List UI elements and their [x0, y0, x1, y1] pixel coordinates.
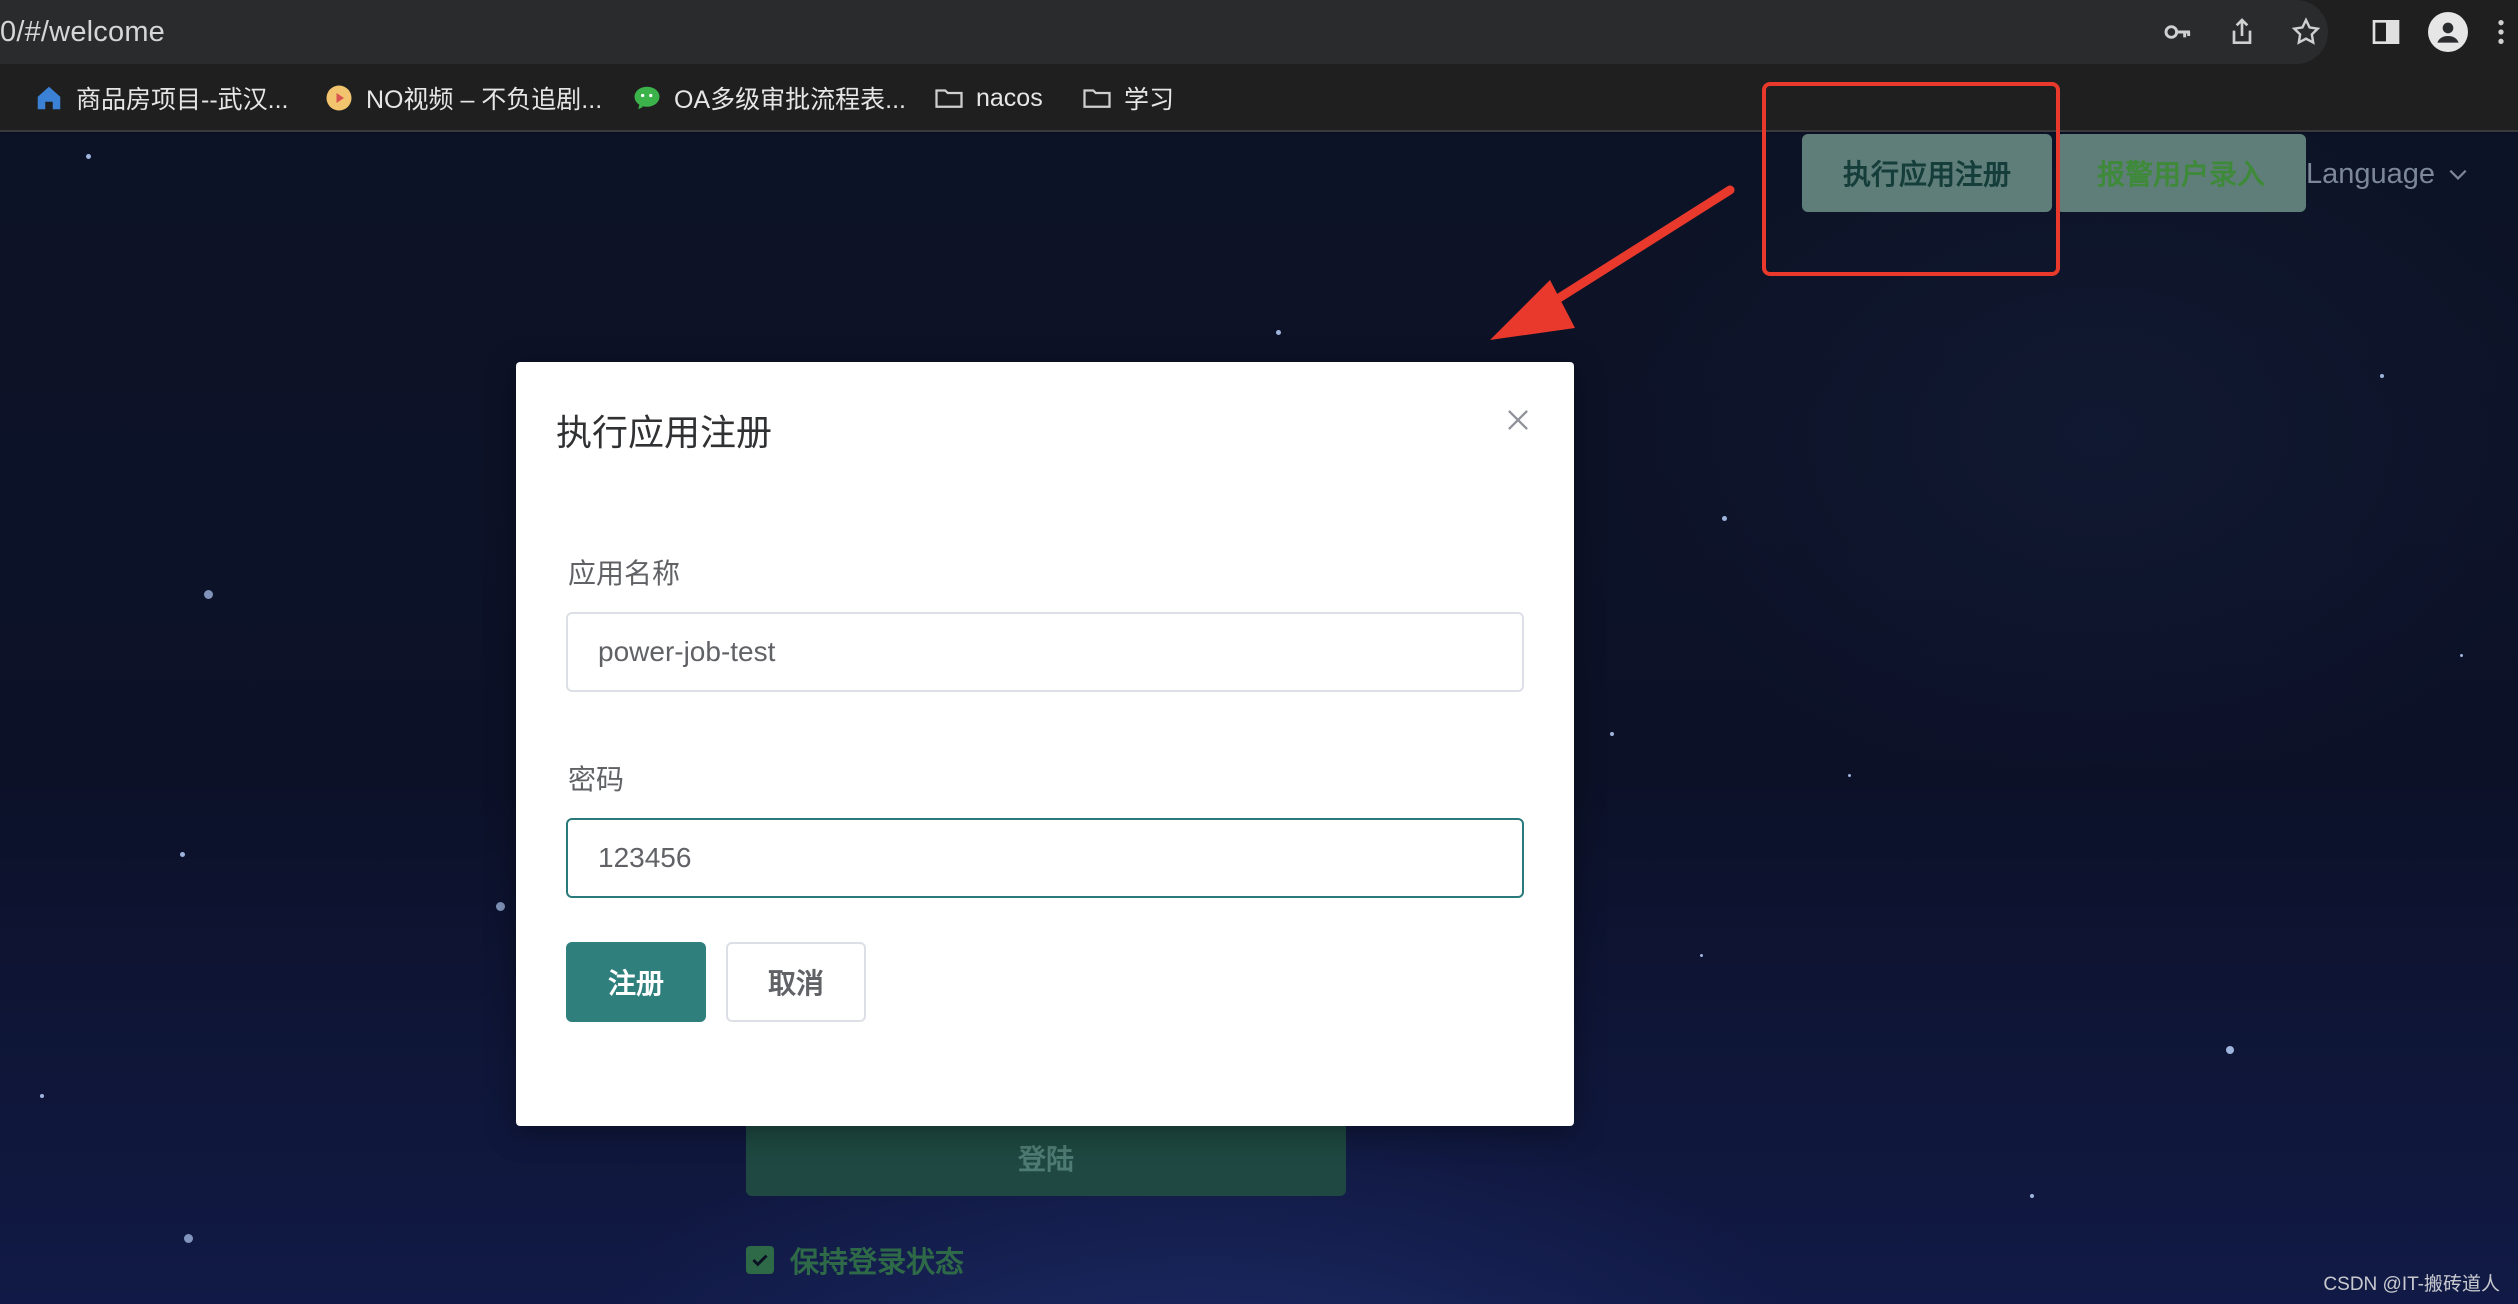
- key-icon[interactable]: [2158, 12, 2198, 52]
- annotation-arrow-icon: [1490, 185, 1735, 340]
- folder-icon: [935, 89, 963, 108]
- chevron-down-icon: [2449, 169, 2467, 180]
- address-bar[interactable]: 0/#/welcome: [0, 0, 2328, 64]
- bookmark-label: NO视频 – 不负追剧...: [366, 86, 603, 114]
- remember-login-checkbox[interactable]: 保持登录状态: [746, 1240, 964, 1280]
- bookmarks-bar: 商品房项目--武汉... NO视频 – 不负追剧... OA多级审批流程表...…: [0, 64, 2518, 132]
- close-icon[interactable]: [1502, 404, 1534, 436]
- password-input[interactable]: [566, 818, 1524, 898]
- cancel-button[interactable]: 取消: [726, 942, 866, 1022]
- bookmark-item[interactable]: 商品房项目--武汉...: [34, 78, 289, 118]
- profile-icon[interactable]: [2428, 12, 2468, 52]
- submit-register-button[interactable]: 注册: [566, 942, 706, 1022]
- folder-icon: [1083, 89, 1111, 108]
- bookmark-item[interactable]: NO视频 – 不负追剧...: [324, 78, 602, 118]
- remember-label: 保持登录状态: [790, 1247, 965, 1279]
- app-name-label: 应用名称: [568, 558, 681, 589]
- more-icon[interactable]: [2488, 12, 2514, 52]
- bookmark-item[interactable]: 学习: [1082, 78, 1174, 118]
- home-icon: [37, 86, 61, 110]
- checkbox-checked-icon: [746, 1246, 774, 1274]
- play-icon: [326, 85, 352, 111]
- bookmark-label: 商品房项目--武汉...: [76, 86, 289, 114]
- annotation-highlight-box: [1762, 82, 2060, 276]
- browser-toolbar: 0/#/welcome: [0, 0, 2518, 64]
- bookmark-label: 学习: [1124, 86, 1175, 114]
- app-name-input[interactable]: [566, 612, 1524, 692]
- dialog-title: 执行应用注册: [556, 412, 773, 453]
- star-icon[interactable]: [2286, 12, 2326, 52]
- password-label: 密码: [568, 764, 625, 795]
- bookmark-label: nacos: [976, 83, 1043, 112]
- register-app-dialog: 执行应用注册 应用名称 密码 注册 取消: [516, 362, 1574, 1126]
- sidebar-icon[interactable]: [2366, 12, 2406, 52]
- watermark: CSDN @IT-搬砖道人: [2323, 1274, 2500, 1295]
- bookmark-label: OA多级审批流程表...: [674, 86, 906, 114]
- bookmark-item[interactable]: OA多级审批流程表...: [632, 78, 906, 118]
- url-text[interactable]: 0/#/welcome: [0, 12, 165, 52]
- bookmark-item[interactable]: nacos: [934, 78, 1043, 118]
- language-dropdown[interactable]: Language: [2306, 152, 2469, 196]
- wechat-icon: [634, 86, 660, 110]
- alarm-user-button[interactable]: 报警用户录入: [2056, 134, 2306, 212]
- language-label: Language: [2306, 157, 2436, 190]
- login-button[interactable]: 登陆: [746, 1120, 1346, 1196]
- share-icon[interactable]: [2222, 12, 2262, 52]
